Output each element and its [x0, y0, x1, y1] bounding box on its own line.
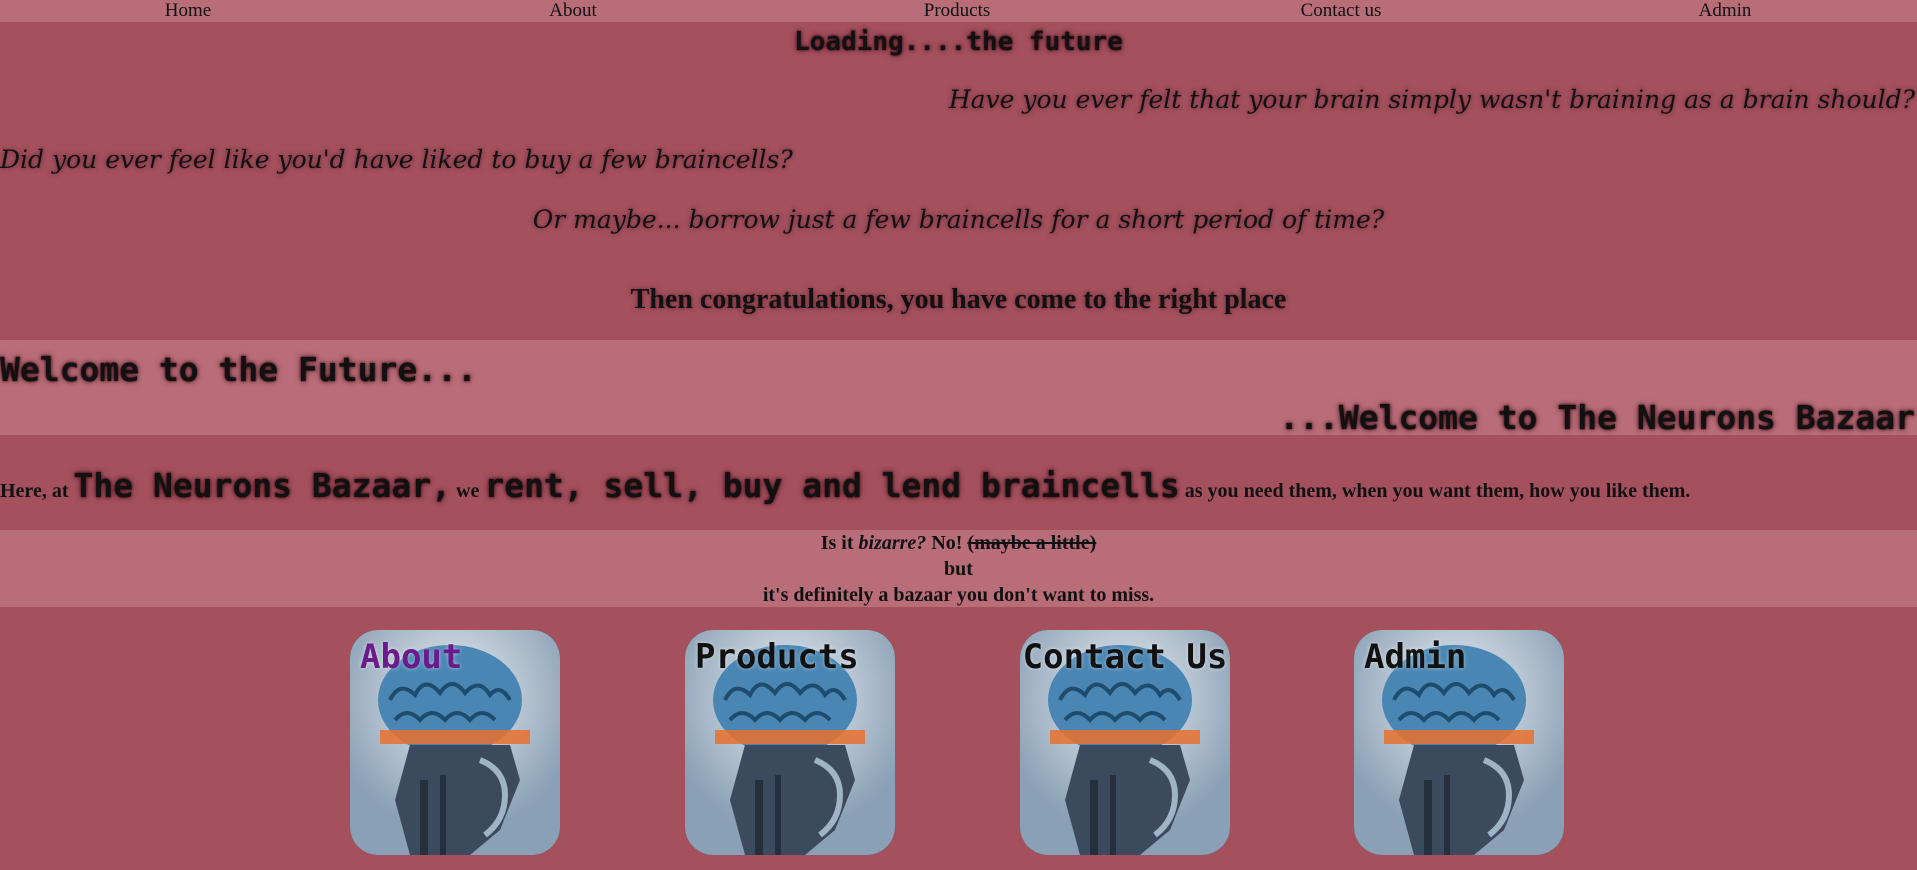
- bizarre-no: No!: [931, 532, 963, 554]
- bizarre-but: but: [944, 558, 973, 580]
- products-card-label: Products: [695, 637, 859, 677]
- nav-contact-link[interactable]: Contact us: [1301, 0, 1382, 22]
- about-card-label: About: [360, 637, 463, 677]
- bizarre-word: bizarre?: [858, 532, 927, 554]
- intro-line-2: Did you ever feel like you'd have liked …: [0, 145, 793, 174]
- pitch-brand: The Neurons Bazaar,: [73, 466, 452, 505]
- welcome-line-1: Welcome to the Future...: [0, 350, 477, 389]
- bizarre-band: Is it bizarre? No! (maybe a little) but …: [0, 530, 1917, 607]
- contact-card-label: Contact Us: [1022, 637, 1228, 677]
- nav-home-link[interactable]: Home: [165, 0, 211, 22]
- pitch-line: Here, at The Neurons Bazaar, we rent, se…: [0, 463, 1690, 509]
- intro-line-3: Or maybe... borrow just a few braincells…: [532, 205, 1385, 234]
- nav-about-link[interactable]: About: [549, 0, 597, 22]
- bizarre-line: Is it bizarre? No! (maybe a little): [0, 530, 1917, 556]
- congrats-heading: Then congratulations, you have come to t…: [630, 284, 1287, 315]
- admin-card-label: Admin: [1364, 637, 1467, 677]
- welcome-band: Welcome to the Future... ...Welcome to T…: [0, 340, 1917, 437]
- welcome-line-2: ...Welcome to The Neurons Bazaar: [1279, 398, 1915, 437]
- bizarre-is-it: Is it: [820, 532, 854, 554]
- top-nav: Home About Products Contact us Admin: [0, 0, 1917, 22]
- contact-card[interactable]: Contact Us: [1020, 630, 1230, 855]
- nav-admin-link[interactable]: Admin: [1699, 0, 1752, 22]
- intro-line-1: Have you ever felt that your brain simpl…: [948, 85, 1915, 114]
- admin-card[interactable]: Admin: [1354, 630, 1564, 855]
- pitch-prefix: Here, at: [0, 480, 69, 502]
- nav-products-link[interactable]: Products: [924, 0, 991, 22]
- about-card[interactable]: About: [350, 630, 560, 855]
- bizarre-strike: (maybe a little): [967, 532, 1097, 554]
- pitch-we: we: [456, 480, 480, 502]
- pitch-verbs: rent, sell, buy and lend braincells: [484, 466, 1180, 505]
- pitch-suffix: as you need them, when you want them, ho…: [1184, 480, 1691, 502]
- products-card[interactable]: Products: [685, 630, 895, 855]
- bizarre-closing: it's definitely a bazaar you don't want …: [762, 584, 1155, 606]
- loading-heading: Loading....the future: [794, 27, 1123, 57]
